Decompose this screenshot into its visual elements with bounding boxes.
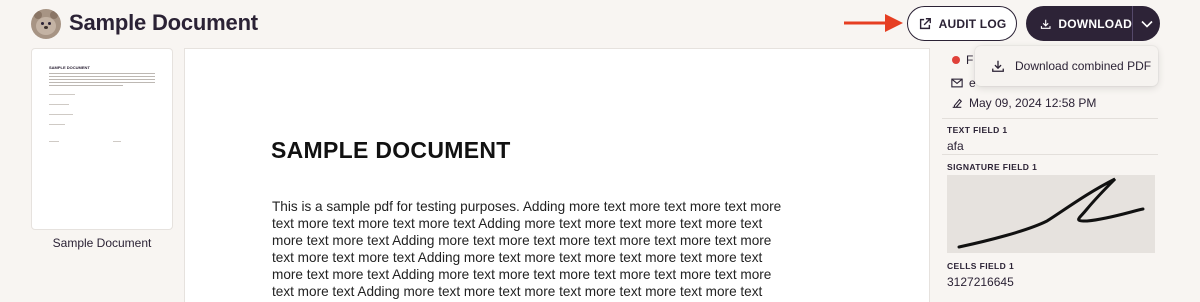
document-body: This is a sample pdf for testing purpose… [272,198,852,300]
thumbnail-text-line [49,124,65,125]
document-line: more text more text Adding more text mor… [272,267,772,282]
download-main[interactable]: DOWNLOAD [1026,6,1132,41]
chevron-down-icon [1140,20,1153,28]
audit-log-button[interactable]: AUDIT LOG [907,6,1017,41]
logo-icon [31,9,61,39]
field-value: afa [947,139,964,153]
details-panel: F e May 09, 2024 12:58 PM TEXT FIELD 1 a… [942,48,1158,302]
download-icon [1040,19,1051,29]
timestamp-row: May 09, 2024 12:58 PM [951,96,1096,110]
download-button[interactable]: DOWNLOAD [1026,6,1160,41]
status-text: F [966,53,974,67]
download-label: DOWNLOAD [1058,16,1132,31]
signature-pen-icon [952,98,963,108]
thumbnail-text-line [49,73,155,74]
page-thumbnail[interactable]: SAMPLE DOCUMENT [31,48,173,230]
thumbnail-text-line [49,104,69,105]
download-dropdown: Download combined PDF [975,46,1158,86]
document-viewer[interactable]: SAMPLE DOCUMENT This is a sample pdf for… [184,48,930,302]
thumbnail-caption: Sample Document [52,236,152,250]
thumbnail-text-line [49,94,75,95]
status-row: F [952,53,973,67]
audit-log-label: AUDIT LOG [938,16,1007,31]
external-link-icon [919,17,931,29]
document-line: more text more text Adding more text mor… [272,233,772,248]
document-heading: SAMPLE DOCUMENT [271,137,511,163]
mail-icon [951,78,963,88]
field-label: SIGNATURE FIELD 1 [947,162,1038,172]
annotation-arrow-icon [844,14,903,32]
field-label: TEXT FIELD 1 [947,125,1008,135]
field-label: CELLS FIELD 1 [947,261,1015,271]
divider [942,118,1158,119]
thumbnail-text-line [49,85,124,86]
signature-drawing [957,177,1145,249]
document-line: text more text Adding more text more tex… [272,284,763,299]
thumbnail-text-line [49,79,155,80]
download-icon [992,60,1004,72]
thumbnail-text-line [49,114,73,115]
document-line: This is a sample pdf for testing purpose… [272,199,782,214]
document-line: text more text more text Adding more tex… [272,250,763,265]
signature-image [947,175,1155,253]
email-row: e [951,76,976,90]
field-value: 3127216645 [947,275,1014,289]
document-line: text more text more text more text Addin… [272,216,763,231]
download-combined-pdf-option[interactable]: Download combined PDF [1015,59,1151,73]
timestamp-text: May 09, 2024 12:58 PM [969,96,1097,110]
page-title: Sample Document [69,10,258,35]
thumbnail-footer [49,141,121,142]
header: Sample Document AUDIT LOG DOWNLOAD [0,0,1200,46]
thumbnail-text-line [49,76,155,77]
divider [942,154,1158,155]
download-menu-toggle[interactable] [1133,6,1160,41]
thumbnail-title: SAMPLE DOCUMENT [49,65,90,70]
status-dot-icon [952,56,960,64]
thumbnail-text-line [49,82,155,83]
